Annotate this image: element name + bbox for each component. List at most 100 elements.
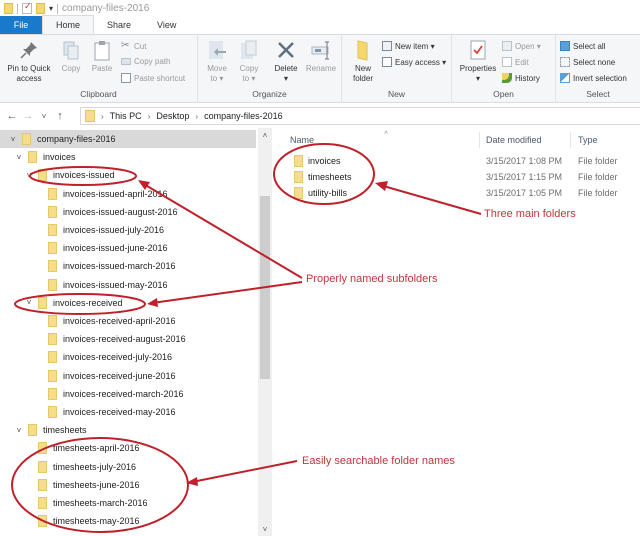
pin-icon	[18, 39, 40, 61]
cut-button[interactable]: ✂ Cut	[121, 41, 146, 51]
annotation-properly-named-subfolders: Properly named subfolders	[306, 273, 438, 285]
copy-to-button[interactable]: Copy to ▾	[236, 39, 262, 84]
scroll-up-icon[interactable]: ˄	[258, 131, 272, 140]
address-bar[interactable]: › This PC › Desktop › company-files-2016	[80, 107, 640, 125]
file-name: timesheets	[308, 172, 352, 182]
file-type: File folder	[578, 156, 618, 166]
expand-chevron-icon[interactable]: ˅	[8, 135, 18, 144]
new-folder-quick-icon[interactable]	[36, 3, 45, 14]
tree-item-timesheets-july-2016[interactable]: timesheets-july-2016	[0, 458, 136, 476]
select-none-button[interactable]: Select none	[560, 57, 615, 67]
new-item-button[interactable]: New item ▾	[382, 41, 435, 51]
annotation-easily-searchable: Easily searchable folder names	[302, 455, 455, 467]
expand-chevron-icon[interactable]: ˅	[24, 298, 34, 307]
tree-item-company-files-2016[interactable]: ˅ company-files-2016	[0, 130, 256, 148]
new-folder-button[interactable]: New folder	[346, 39, 380, 84]
invert-selection-button[interactable]: Invert selection	[560, 73, 627, 83]
paste-shortcut-icon	[121, 73, 131, 83]
tab-home[interactable]: Home	[42, 15, 95, 34]
up-arrow-icon[interactable]: ↑	[52, 110, 68, 122]
properties-quick-icon[interactable]	[22, 1, 32, 14]
file-row-utility-bills[interactable]: utility-bills 3/15/2017 1:05 PM File fol…	[274, 185, 640, 201]
copy-to-icon	[238, 39, 260, 61]
recent-locations-chevron-icon[interactable]: ˅	[36, 112, 52, 121]
tree-item-invoices-issued-july-2016[interactable]: invoices-issued-july-2016	[0, 221, 164, 239]
tree-item-invoices-received-august-2016[interactable]: invoices-received-august-2016	[0, 330, 186, 348]
tree-item-timesheets-april-2016[interactable]: timesheets-april-2016	[0, 439, 140, 457]
folder-icon	[48, 278, 57, 291]
tree-item-invoices-received[interactable]: ˅ invoices-received	[0, 294, 123, 312]
tree-item-timesheets-may-2016[interactable]: timesheets-may-2016	[0, 512, 140, 530]
divider	[57, 3, 59, 14]
file-row-invoices[interactable]: invoices 3/15/2017 1:08 PM File folder	[274, 153, 640, 169]
file-name: utility-bills	[308, 188, 348, 198]
ribbon: Pin to Quick access Copy Paste ✂ Cut Cop…	[0, 35, 640, 103]
tree-item-label: company-files-2016	[37, 134, 116, 144]
tree-item-timesheets-march-2016[interactable]: timesheets-march-2016	[0, 494, 148, 512]
tree-item-invoices-issued-april-2016[interactable]: invoices-issued-april-2016	[0, 185, 168, 203]
breadcrumb-company-files-2016[interactable]: company-files-2016	[204, 111, 283, 121]
tree-item-invoices-received-march-2016[interactable]: invoices-received-march-2016	[0, 385, 184, 403]
tree-item-invoices-received-april-2016[interactable]: invoices-received-april-2016	[0, 312, 176, 330]
tab-share[interactable]: Share	[94, 16, 144, 34]
folder-icon	[38, 442, 47, 455]
column-divider[interactable]	[479, 132, 480, 148]
new-group-label: New	[387, 89, 405, 99]
paste-shortcut-button[interactable]: Paste shortcut	[121, 73, 185, 83]
expand-chevron-icon[interactable]: ˅	[14, 426, 24, 435]
move-to-button[interactable]: Move to ▾	[204, 39, 230, 84]
move-to-icon	[206, 39, 228, 61]
expand-chevron-icon[interactable]: ˅	[24, 171, 34, 180]
tree-item-invoices-issued[interactable]: ˅ invoices-issued	[0, 166, 115, 184]
copy-icon	[60, 39, 82, 61]
back-arrow-icon[interactable]: ←	[4, 110, 20, 122]
scrollbar-thumb[interactable]	[260, 196, 270, 379]
customize-toolbar-icon[interactable]: ▾	[49, 4, 53, 13]
edit-button[interactable]: Edit	[502, 57, 529, 67]
breadcrumb-desktop[interactable]: Desktop	[156, 111, 189, 121]
select-all-button[interactable]: Select all	[560, 41, 605, 51]
tab-file[interactable]: File	[0, 16, 42, 34]
expand-chevron-icon[interactable]: ˅	[14, 153, 24, 162]
pin-to-quick-access-button[interactable]: Pin to Quick access	[2, 39, 56, 84]
folder-icon	[38, 497, 47, 509]
tree-item-label: invoices-issued-june-2016	[63, 243, 168, 254]
copy-button[interactable]: Copy	[58, 39, 84, 74]
tree-item-invoices-received-july-2016[interactable]: invoices-received-july-2016	[0, 348, 172, 366]
forward-arrow-icon[interactable]: →	[20, 110, 36, 122]
delete-x-icon	[275, 39, 297, 61]
column-divider[interactable]	[570, 132, 571, 148]
open-button[interactable]: Open ▾	[502, 41, 541, 51]
tree-item-invoices-issued-march-2016[interactable]: invoices-issued-march-2016	[0, 257, 176, 275]
tree-item-invoices-received-may-2016[interactable]: invoices-received-may-2016	[0, 403, 176, 421]
rename-button[interactable]: Rename	[304, 39, 338, 74]
tree-item-invoices[interactable]: ˅ invoices	[0, 148, 76, 166]
delete-button[interactable]: Delete ▾	[272, 39, 300, 84]
paste-button[interactable]: Paste	[88, 39, 116, 74]
column-header-name[interactable]: Name	[290, 135, 314, 145]
scroll-down-icon[interactable]: ˅	[258, 525, 272, 534]
tree-item-invoices-issued-august-2016[interactable]: invoices-issued-august-2016	[0, 203, 178, 221]
tree-item-label: invoices-issued-may-2016	[63, 279, 168, 290]
folder-icon	[294, 155, 303, 167]
tree-item-invoices-issued-may-2016[interactable]: invoices-issued-may-2016	[0, 276, 168, 294]
tree-item-invoices-received-june-2016[interactable]: invoices-received-june-2016	[0, 367, 176, 385]
column-header-date-modified[interactable]: Date modified	[486, 135, 542, 145]
folder-icon	[28, 424, 37, 437]
clipboard-icon	[91, 39, 113, 61]
copy-path-button[interactable]: Copy path	[121, 57, 170, 66]
tree-item-timesheets[interactable]: ˅ timesheets	[0, 421, 87, 439]
tab-view[interactable]: View	[144, 16, 189, 34]
tree-item-invoices-issued-june-2016[interactable]: invoices-issued-june-2016	[0, 239, 168, 257]
folder-icon	[48, 387, 57, 400]
file-row-timesheets[interactable]: timesheets 3/15/2017 1:15 PM File folder	[274, 169, 640, 185]
easy-access-button[interactable]: Easy access ▾	[382, 57, 446, 67]
history-button[interactable]: History	[502, 73, 540, 83]
breadcrumb-this-pc[interactable]: This PC	[110, 111, 142, 121]
folder-icon	[38, 515, 47, 528]
folder-icon	[48, 369, 57, 382]
nav-pane-scrollbar[interactable]: ˄ ˅	[258, 128, 272, 536]
column-header-type[interactable]: Type	[578, 135, 598, 145]
properties-button[interactable]: Properties ▾	[456, 39, 500, 84]
tree-item-timesheets-june-2016[interactable]: timesheets-june-2016	[0, 476, 140, 494]
